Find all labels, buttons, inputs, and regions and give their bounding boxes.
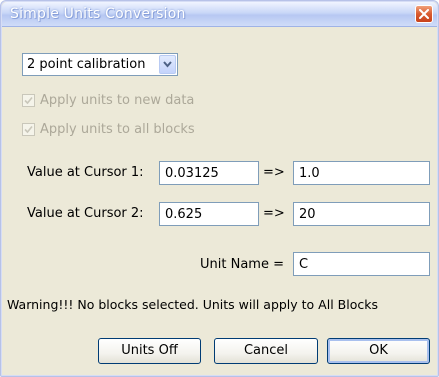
dialog-window: Simple Units Conversion 2 point calibrat… xyxy=(0,0,439,377)
cursor2-value: 0.625 xyxy=(165,207,203,222)
cursor1-label: Value at Cursor 1: xyxy=(27,165,144,180)
cursor1-arrow: => xyxy=(263,165,285,180)
calibration-mode-select[interactable]: 2 point calibration xyxy=(22,53,178,76)
unit-name-label: Unit Name = xyxy=(200,257,284,272)
apply-new-data-label: Apply units to new data xyxy=(40,93,195,108)
cursor2-converted-input[interactable]: 20 xyxy=(293,202,430,226)
unit-name-value: C xyxy=(299,257,309,272)
cancel-button[interactable]: Cancel xyxy=(214,338,318,364)
close-icon xyxy=(419,9,429,19)
close-button[interactable] xyxy=(415,5,433,23)
cursor2-arrow: => xyxy=(263,206,285,221)
apply-new-data-checkbox[interactable] xyxy=(22,94,35,107)
cursor2-label: Value at Cursor 2: xyxy=(27,206,144,221)
apply-all-blocks-label: Apply units to all blocks xyxy=(40,122,195,137)
units-off-button[interactable]: Units Off xyxy=(98,338,201,364)
cursor1-value-input[interactable]: 0.03125 xyxy=(159,161,259,185)
apply-all-blocks-checkbox[interactable] xyxy=(22,123,35,136)
check-icon xyxy=(24,125,33,134)
cursor1-value: 0.03125 xyxy=(165,166,219,181)
chevron-down-icon xyxy=(163,61,172,68)
cursor2-converted-value: 20 xyxy=(299,207,316,222)
cursor1-converted-value: 1.0 xyxy=(299,166,320,181)
unit-name-input[interactable]: C xyxy=(293,252,430,276)
check-icon xyxy=(24,96,33,105)
cursor2-value-input[interactable]: 0.625 xyxy=(159,202,259,226)
warning-message: Warning!!! No blocks selected. Units wil… xyxy=(7,297,378,312)
cursor1-converted-input[interactable]: 1.0 xyxy=(293,161,430,185)
ok-button[interactable]: OK xyxy=(327,338,430,364)
title-bar[interactable]: Simple Units Conversion xyxy=(2,2,437,27)
window-title: Simple Units Conversion xyxy=(10,6,186,22)
calibration-mode-value: 2 point calibration xyxy=(27,57,146,72)
dropdown-button[interactable] xyxy=(159,55,176,74)
